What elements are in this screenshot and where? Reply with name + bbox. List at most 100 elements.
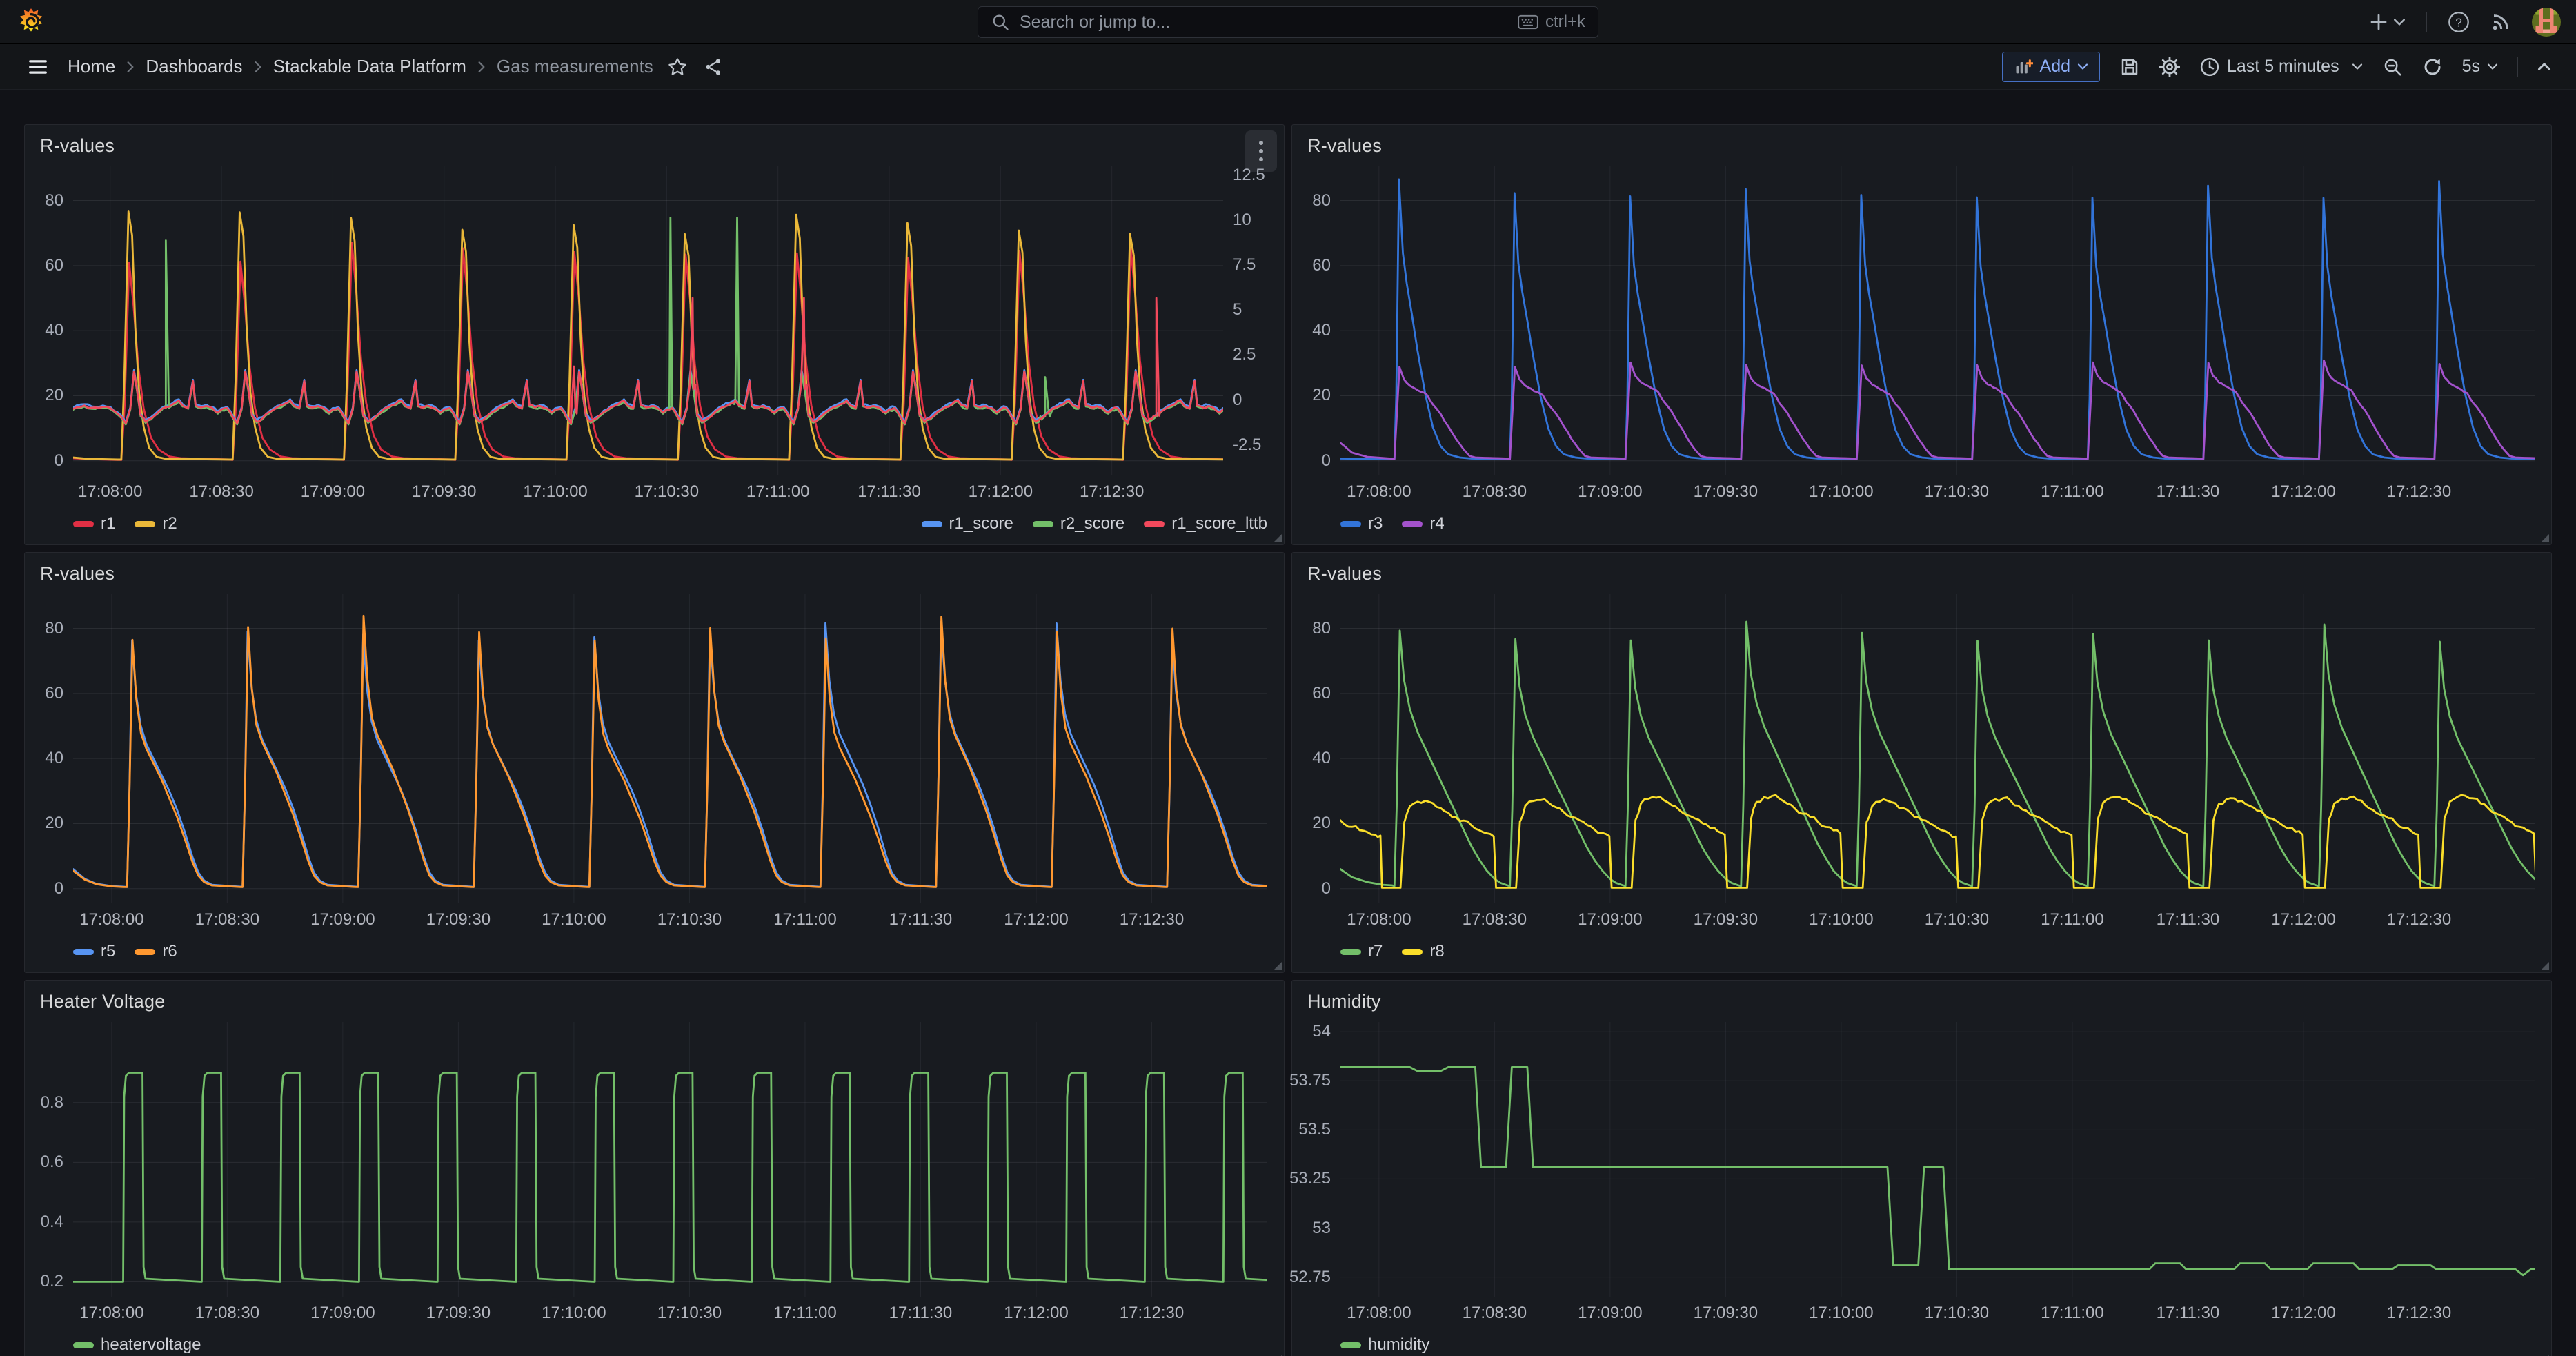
breadcrumb-current-dashboard: Gas measurements xyxy=(497,56,653,77)
legend-series-name: r4 xyxy=(1429,514,1444,533)
y-axis-label: 0 xyxy=(55,879,63,898)
legend-series-name: r5 xyxy=(101,942,115,961)
clock-icon xyxy=(2199,57,2220,77)
y-axis-label: 40 xyxy=(1312,749,1331,768)
legend-item-r1_score_lttb[interactable]: r1_score_lttb xyxy=(1144,514,1267,533)
panel-legend: r3 r4 xyxy=(1340,507,2535,540)
right-y-axis-label: 2.5 xyxy=(1233,345,1256,364)
favorite-star-button[interactable] xyxy=(667,57,688,77)
legend-item-r7[interactable]: r7 xyxy=(1340,942,1383,961)
refresh-interval-dropdown[interactable]: 5s xyxy=(2462,57,2498,77)
legend-item-r3[interactable]: r3 xyxy=(1340,514,1383,533)
legend-item-r2_score[interactable]: r2_score xyxy=(1033,514,1124,533)
resize-handle[interactable] xyxy=(2541,962,2549,970)
legend-series-name: heatervoltage xyxy=(101,1335,201,1355)
plot-area[interactable]: 80604020012.5107.552.50-2.517:08:0017:08… xyxy=(73,166,1223,475)
news-button[interactable] xyxy=(2490,12,2511,32)
legend-series-name: r8 xyxy=(1429,942,1444,961)
x-axis-label: 17:09:00 xyxy=(310,910,375,930)
plot-area[interactable]: 80604020017:08:0017:08:3017:09:0017:09:3… xyxy=(1340,594,2535,903)
x-axis-label: 17:10:30 xyxy=(1925,1304,1989,1323)
collapse-toolbar-button[interactable] xyxy=(2537,62,2551,71)
plot-area[interactable]: 0.80.60.40.217:08:0017:08:3017:09:0017:0… xyxy=(73,1022,1267,1297)
legend-series-swatch xyxy=(1144,521,1165,527)
panel-title[interactable]: R-values xyxy=(25,553,1284,590)
x-axis-label: 17:12:30 xyxy=(2387,482,2451,502)
breadcrumb-folder[interactable]: Stackable Data Platform xyxy=(273,56,466,77)
panel-title[interactable]: R-values xyxy=(25,125,1284,162)
y-axis-label: 80 xyxy=(45,619,63,638)
x-axis-label: 17:10:00 xyxy=(1809,482,1873,502)
search-input[interactable]: Search or jump to... ctrl+k xyxy=(978,6,1598,38)
y-axis-label: 0.6 xyxy=(41,1152,63,1172)
grafana-logo[interactable] xyxy=(15,6,47,38)
x-axis-label: 17:10:00 xyxy=(542,910,606,930)
legend-group-left: r3 r4 xyxy=(1340,514,1445,533)
legend-group-left: humidity xyxy=(1340,1335,1429,1355)
x-axis-label: 17:10:30 xyxy=(657,910,722,930)
avatar[interactable] xyxy=(2532,8,2561,37)
add-panel-icon xyxy=(2014,57,2033,77)
panel-r-values-1: R-values 80604020012.5107.552.50-2.517:0… xyxy=(24,124,1285,545)
plot-area[interactable]: 80604020017:08:0017:08:3017:09:0017:09:3… xyxy=(1340,166,2535,475)
plot-area[interactable]: 5453.7553.553.255352.7517:08:0017:08:301… xyxy=(1340,1022,2535,1297)
resize-handle[interactable] xyxy=(1274,534,1282,542)
hamburger-icon xyxy=(28,57,48,77)
x-axis-label: 17:11:00 xyxy=(2041,910,2104,930)
y-axis-label: 20 xyxy=(45,814,63,833)
gear-icon xyxy=(2159,57,2180,77)
time-range-picker[interactable]: Last 5 minutes xyxy=(2199,57,2363,77)
x-axis-label: 17:12:30 xyxy=(1120,1304,1184,1323)
legend-item-r4[interactable]: r4 xyxy=(1402,514,1444,533)
x-axis-label: 17:10:30 xyxy=(1925,482,1989,502)
search-placeholder: Search or jump to... xyxy=(1020,12,1508,32)
x-axis-label: 17:10:00 xyxy=(523,482,587,502)
panel-title[interactable]: R-values xyxy=(1292,553,2551,590)
top-navigation-bar: Search or jump to... ctrl+k ? xyxy=(0,0,2576,44)
legend-series-swatch xyxy=(1033,521,1053,527)
legend-item-r2[interactable]: r2 xyxy=(135,514,177,533)
new-menu-button[interactable] xyxy=(2368,12,2406,32)
y-axis-label: 20 xyxy=(45,386,63,405)
x-axis-label: 17:12:00 xyxy=(2271,910,2335,930)
breadcrumb-home[interactable]: Home xyxy=(68,56,115,77)
zoom-out-button[interactable] xyxy=(2382,57,2403,77)
legend-item-r6[interactable]: r6 xyxy=(135,942,177,961)
legend-item-humidity[interactable]: humidity xyxy=(1340,1335,1429,1355)
add-panel-button[interactable]: Add xyxy=(2002,52,2100,82)
chevron-down-icon xyxy=(2487,63,2498,70)
legend-item-heatervoltage[interactable]: heatervoltage xyxy=(73,1335,201,1355)
dashboard-toolbar: Home Dashboards Stackable Data Platform … xyxy=(0,44,2576,90)
help-button[interactable]: ? xyxy=(2448,11,2470,33)
refresh-icon xyxy=(2422,57,2443,77)
dashboard-settings-button[interactable] xyxy=(2159,57,2180,77)
help-icon: ? xyxy=(2448,11,2470,33)
x-axis-label: 17:11:30 xyxy=(2157,910,2220,930)
resize-handle[interactable] xyxy=(1274,962,1282,970)
plot-area[interactable]: 80604020017:08:0017:08:3017:09:0017:09:3… xyxy=(73,594,1267,903)
legend-item-r8[interactable]: r8 xyxy=(1402,942,1444,961)
y-axis-label: 40 xyxy=(1312,321,1331,340)
legend-item-r1_score[interactable]: r1_score xyxy=(922,514,1013,533)
panel-legend: r5 r6 xyxy=(73,935,1267,968)
panel-title[interactable]: Heater Voltage xyxy=(25,981,1284,1018)
legend-item-r5[interactable]: r5 xyxy=(73,942,115,961)
x-axis-label: 17:12:00 xyxy=(2271,482,2335,502)
y-axis-label: 60 xyxy=(1312,256,1331,275)
toolbar-controls: Add Last 5 minutes 5s xyxy=(2002,52,2551,82)
topbar-divider xyxy=(2426,12,2427,32)
share-button[interactable] xyxy=(703,57,724,77)
legend-item-r1[interactable]: r1 xyxy=(73,514,115,533)
save-dashboard-button[interactable] xyxy=(2119,57,2140,77)
menu-toggle-button[interactable] xyxy=(28,57,48,77)
legend-series-swatch xyxy=(135,949,155,955)
panel-title[interactable]: R-values xyxy=(1292,125,2551,162)
panel-title[interactable]: Humidity xyxy=(1292,981,2551,1018)
x-axis-label: 17:12:00 xyxy=(1004,1304,1068,1323)
kebab-icon xyxy=(1258,139,1265,164)
refresh-button[interactable] xyxy=(2422,57,2443,77)
resize-handle[interactable] xyxy=(2541,534,2549,542)
x-axis-label: 17:08:30 xyxy=(1463,482,1527,502)
legend-series-swatch xyxy=(1402,521,1423,527)
breadcrumb-dashboards[interactable]: Dashboards xyxy=(146,56,242,77)
